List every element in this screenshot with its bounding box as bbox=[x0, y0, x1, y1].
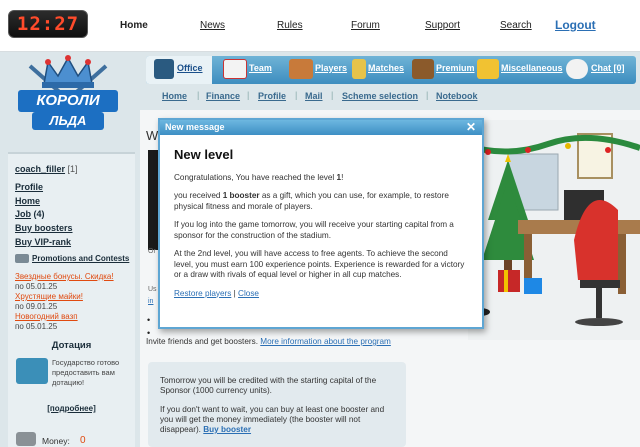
nav-rules[interactable]: Rules bbox=[277, 20, 303, 31]
level-congrats-text: Congratulations, You have reached the le… bbox=[174, 172, 344, 182]
tab-players[interactable]: Players bbox=[315, 63, 347, 73]
megaphone-icon bbox=[15, 254, 29, 263]
buy-booster-link[interactable]: Buy booster bbox=[203, 425, 251, 434]
promo-link-2[interactable]: Хрустящие майки! bbox=[15, 292, 83, 301]
nav-search[interactable]: Search bbox=[500, 20, 532, 31]
office-scene-illustration bbox=[467, 120, 640, 340]
sidebar-buy-boosters-link[interactable]: Buy boosters bbox=[15, 223, 73, 233]
subnav-notebook[interactable]: Notebook bbox=[436, 91, 478, 101]
user-count: [1] bbox=[67, 164, 78, 174]
dialog-title-bar[interactable]: New message ✕ bbox=[160, 120, 482, 135]
subnav-scheme-selection[interactable]: Scheme selection bbox=[342, 91, 418, 101]
left-sidebar: coach_filler [1] Profile Home Job (4) Bu… bbox=[8, 152, 135, 447]
office-christmas-scene-icon bbox=[467, 120, 640, 340]
treasure-chest-icon bbox=[16, 358, 48, 384]
sidebar-buy-vip-link[interactable]: Buy VIP-rank bbox=[15, 237, 71, 247]
nav-forum[interactable]: Forum bbox=[351, 20, 380, 31]
logo-text-line2: ЛЬДА bbox=[49, 113, 87, 128]
subnav-mail[interactable]: Mail bbox=[305, 91, 323, 101]
username-link[interactable]: coach_filler bbox=[15, 164, 65, 174]
tab-misc[interactable]: Miscellaneous bbox=[501, 63, 563, 73]
game-logo[interactable]: КОРОЛИ ЛЬДА bbox=[12, 54, 124, 136]
subnav-separator: | bbox=[197, 90, 200, 100]
close-link[interactable]: Close bbox=[238, 289, 259, 298]
user-line: coach_filler [1] bbox=[15, 164, 78, 174]
tab-matches[interactable]: Matches bbox=[368, 63, 404, 73]
tab-premium[interactable]: Premium bbox=[436, 63, 475, 73]
page-heading-fragment: W bbox=[146, 128, 159, 143]
nav-home[interactable]: Home bbox=[120, 20, 148, 31]
subsidy-text: Государство готово предоставить вам дота… bbox=[52, 358, 120, 387]
job-line: Job (4) bbox=[15, 209, 45, 219]
nav-support[interactable]: Support bbox=[425, 20, 460, 31]
sponsor-capital-text: If you log into the game tomorrow, you w… bbox=[174, 220, 454, 240]
restore-players-link[interactable]: Restore players bbox=[174, 289, 231, 298]
money-label: Money: bbox=[42, 436, 70, 446]
promotions-title-link[interactable]: Promotions and Contests bbox=[32, 254, 129, 263]
tab-office[interactable]: Office bbox=[177, 63, 203, 73]
booster-info-text: If you don't want to wait, you can buy a… bbox=[160, 405, 385, 434]
subnav-profile[interactable]: Profile bbox=[258, 91, 286, 101]
close-icon[interactable]: ✕ bbox=[466, 120, 476, 134]
promo-link-3[interactable]: Новогодний вазп bbox=[15, 312, 78, 321]
subnav-finance[interactable]: Finance bbox=[206, 91, 240, 101]
invite-text: Invite friends and get boosters. More in… bbox=[146, 337, 391, 346]
subnav-separator: | bbox=[247, 90, 250, 100]
sidebar-home-link[interactable]: Home bbox=[15, 196, 40, 206]
invite-info-link[interactable]: More information about the program bbox=[260, 337, 391, 346]
dialog-bar-title: New message bbox=[165, 122, 225, 132]
sub-navigation: Home | Finance | Profile | Mail | Scheme… bbox=[146, 86, 636, 106]
nav-news[interactable]: News bbox=[200, 20, 225, 31]
tab-team[interactable]: Team bbox=[249, 63, 272, 73]
job-count: (4) bbox=[33, 209, 45, 219]
tab-chat[interactable]: Chat [0] bbox=[591, 63, 625, 73]
office-manager-icon bbox=[154, 59, 174, 79]
main-tabs: Office Team Players Matches Premium Misc… bbox=[146, 56, 636, 84]
sponsor-info-text: Tomorrow you will be credited with the s… bbox=[160, 376, 377, 395]
chat-bubble-icon bbox=[566, 59, 588, 79]
money-value: 0 bbox=[80, 435, 86, 446]
sponsor-info-box: Tomorrow you will be credited with the s… bbox=[148, 362, 406, 447]
promo-date-2: по 09.01.25 bbox=[15, 302, 58, 311]
top-bar: 12:27 Home News Rules Forum Support Sear… bbox=[0, 0, 640, 52]
dialog-body: New level Congratulations, You have reac… bbox=[160, 135, 482, 313]
cup-icon bbox=[352, 59, 366, 79]
sidebar-profile-link[interactable]: Profile bbox=[15, 182, 43, 192]
subnav-separator: | bbox=[331, 90, 334, 100]
subnav-separator: | bbox=[295, 90, 298, 100]
promo-date-3: по 05.01.25 bbox=[15, 322, 58, 331]
dialog-actions: Restore players | Close bbox=[174, 288, 259, 298]
beer-icon bbox=[477, 59, 499, 79]
sidebar-job-link[interactable]: Job bbox=[15, 209, 31, 219]
nav-logout[interactable]: Logout bbox=[555, 18, 596, 32]
promo-date-1: по 05.01.25 bbox=[15, 282, 58, 291]
dialog-heading: New level bbox=[174, 147, 234, 162]
level-two-info-text: At the 2nd level, you will have access t… bbox=[174, 249, 465, 279]
calendar-icon bbox=[223, 59, 247, 79]
players-icon bbox=[289, 59, 313, 79]
clock-display: 12:27 bbox=[8, 10, 88, 38]
promo-link-1[interactable]: Звездные бонусы. Скидка! bbox=[15, 272, 114, 281]
subnav-separator: | bbox=[426, 90, 429, 100]
subsidy-more-link[interactable]: [подробнее] bbox=[8, 404, 135, 413]
booster-gift-text: you received 1 booster as a gift, which … bbox=[174, 191, 449, 211]
new-message-dialog: New message ✕ New level Congratulations,… bbox=[158, 118, 484, 329]
subsidy-title: Дотация bbox=[51, 340, 92, 351]
logo-text-line1: КОРОЛИ bbox=[36, 92, 100, 109]
subnav-home[interactable]: Home bbox=[162, 91, 187, 101]
money-bag-icon bbox=[16, 432, 36, 446]
wallet-icon bbox=[412, 59, 434, 79]
